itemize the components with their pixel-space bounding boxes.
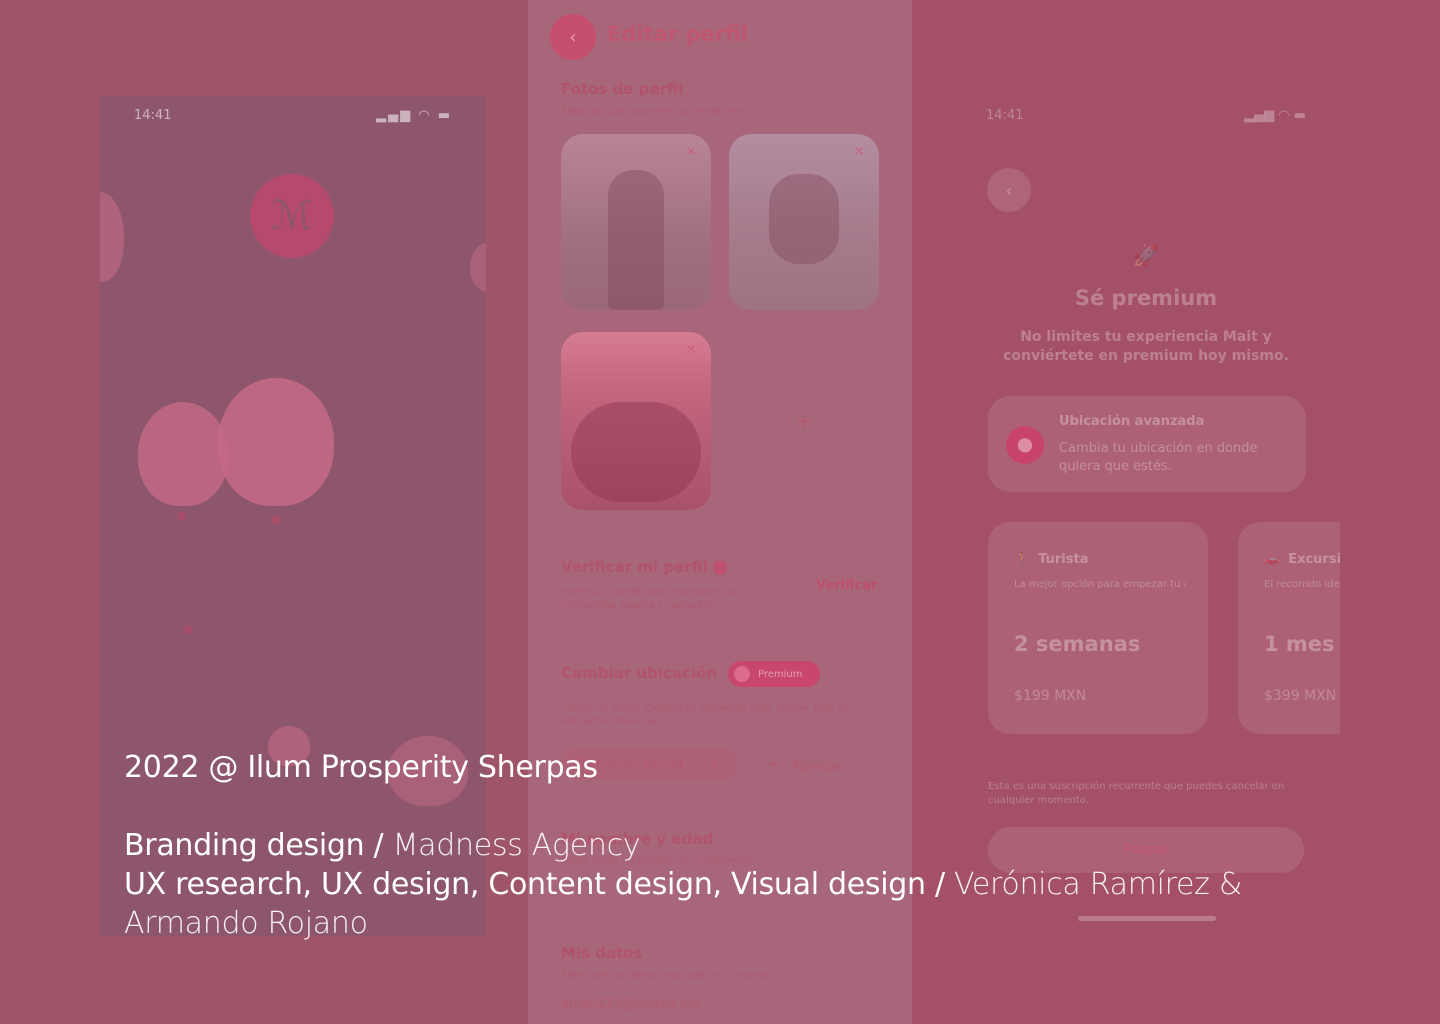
section-heading-photos: Fotos de perfil <box>561 80 684 98</box>
verify-heading-text: Verificar mi perfil <box>561 558 708 576</box>
plan-name-label: Excursionista <box>1288 552 1340 567</box>
credits-block: 2022 @ Ilum Prosperity Sherpas Branding … <box>124 748 1324 943</box>
credits-year-line: 2022 @ Ilum Prosperity Sherpas <box>124 750 598 785</box>
premium-badge-label: Premium <box>758 668 803 680</box>
balloon-illustration <box>470 242 486 292</box>
status-time: 14:41 <box>986 108 1024 123</box>
plan-card-turista[interactable]: 🚶 Turista La mejor opción para empezar tu… <box>988 522 1208 734</box>
email-field[interactable]: angel123@correo.mx <box>561 997 700 1012</box>
page-title: Editar perfil <box>607 22 748 46</box>
feature-title: Ubicación avanzada <box>1059 414 1205 429</box>
car-icon: 🚗 <box>1264 552 1281 567</box>
status-icons: ▂▄▆ ◠ ▬ <box>376 108 452 123</box>
plan-price: $199 MXN <box>1014 688 1087 704</box>
profile-photo-2[interactable]: ✕ <box>729 134 879 310</box>
plan-description: El recorrido ideal para llegar lejos. <box>1264 579 1340 590</box>
plan-duration: 1 mes <box>1264 632 1335 656</box>
premium-title: Sé premium <box>1074 286 1218 310</box>
plus-icon: + <box>794 408 814 434</box>
shield-icon <box>713 560 726 575</box>
section-subtitle-verify: Verifica tu perfil para mantener una com… <box>561 587 741 611</box>
status-bar: 14:41 ▂▄▆ ◠ ▬ <box>986 108 1306 123</box>
section-heading-verify: Verificar mi perfil <box>561 558 726 576</box>
verify-link[interactable]: Verificar <box>816 578 878 593</box>
credit-role: UX research, UX design, Content design, … <box>124 867 954 902</box>
profile-photo-1[interactable]: ✕ <box>561 134 711 310</box>
status-icons: ▂▄▆ ◠ ▬ <box>1244 108 1306 123</box>
chevron-left-icon: ‹ <box>569 26 577 48</box>
feature-card: ⬤ Ubicación avanzada Cambia tu ubicación… <box>988 396 1306 492</box>
balloon-basket <box>272 516 280 524</box>
back-button[interactable]: ‹ <box>550 14 596 60</box>
remove-photo-icon[interactable]: ✕ <box>685 342 697 358</box>
profile-photo-3[interactable]: ✕ <box>561 332 711 510</box>
credit-author: Madness Agency <box>392 828 641 863</box>
plan-card-excursionista[interactable]: 🚗 Excursionista El recorrido ideal para l… <box>1238 522 1340 734</box>
logo-glyph-icon: ℳ <box>270 193 314 239</box>
plan-duration: 2 semanas <box>1014 632 1141 656</box>
balloon-basket <box>184 626 192 634</box>
balloon-illustration <box>218 378 334 506</box>
feature-description: Cambia tu ubicación en donde quiera que … <box>1059 441 1258 474</box>
section-subtitle-location: ¿Sales de viaje? Cambia tu ubicación par… <box>561 703 851 727</box>
section-heading-data: Mis datos <box>561 944 643 962</box>
plan-name: 🚶 Turista <box>1014 552 1088 567</box>
status-bar: 14:41 ▂▄▆ ◠ ▬ <box>134 108 452 128</box>
location-pin-icon: ⬤ <box>1006 426 1044 464</box>
credit-line-branding: Branding design / Madness Agency <box>124 826 1324 865</box>
credit-line-ux: UX research, UX design, Content design, … <box>124 865 1324 943</box>
remove-photo-icon[interactable]: ✕ <box>685 144 697 160</box>
plan-description: La mejor opción para empezar tu aventura… <box>1014 579 1186 590</box>
add-photo-button[interactable]: + <box>729 332 879 510</box>
plan-name-label: Turista <box>1038 552 1089 567</box>
premium-icon <box>734 666 750 682</box>
premium-badge: Premium <box>728 661 820 687</box>
photo-subject <box>571 402 701 502</box>
plan-name: 🚗 Excursionista <box>1264 552 1340 567</box>
back-button[interactable]: ‹ <box>987 168 1031 212</box>
section-subtitle-photos: Elige las que muestren tu verdadero yo. <box>561 106 762 117</box>
plan-price: $399 MXN <box>1264 688 1337 704</box>
section-heading-location: Cambiar ubicación <box>561 664 717 682</box>
premium-subtitle: No limites tu experiencia Mait y conviér… <box>1003 329 1289 364</box>
balloon-illustration <box>100 192 124 282</box>
chevron-left-icon: ‹ <box>1005 180 1013 200</box>
credit-role: Branding design / <box>124 828 393 863</box>
photo-subject <box>608 170 664 310</box>
remove-photo-icon[interactable]: ✕ <box>853 144 865 160</box>
section-subtitle-data: Estos son los datos asociados a tu cuent… <box>561 970 774 981</box>
balloon-illustration <box>138 402 228 506</box>
status-time: 14:41 <box>134 108 172 123</box>
photo-subject <box>769 174 839 264</box>
credits-roles: Branding design / Madness Agency UX rese… <box>124 826 1324 943</box>
balloon-basket <box>178 512 186 520</box>
walking-icon: 🚶 <box>1014 552 1031 567</box>
rocket-icon: 🚀 <box>1132 244 1160 269</box>
app-logo: ℳ <box>250 174 334 258</box>
